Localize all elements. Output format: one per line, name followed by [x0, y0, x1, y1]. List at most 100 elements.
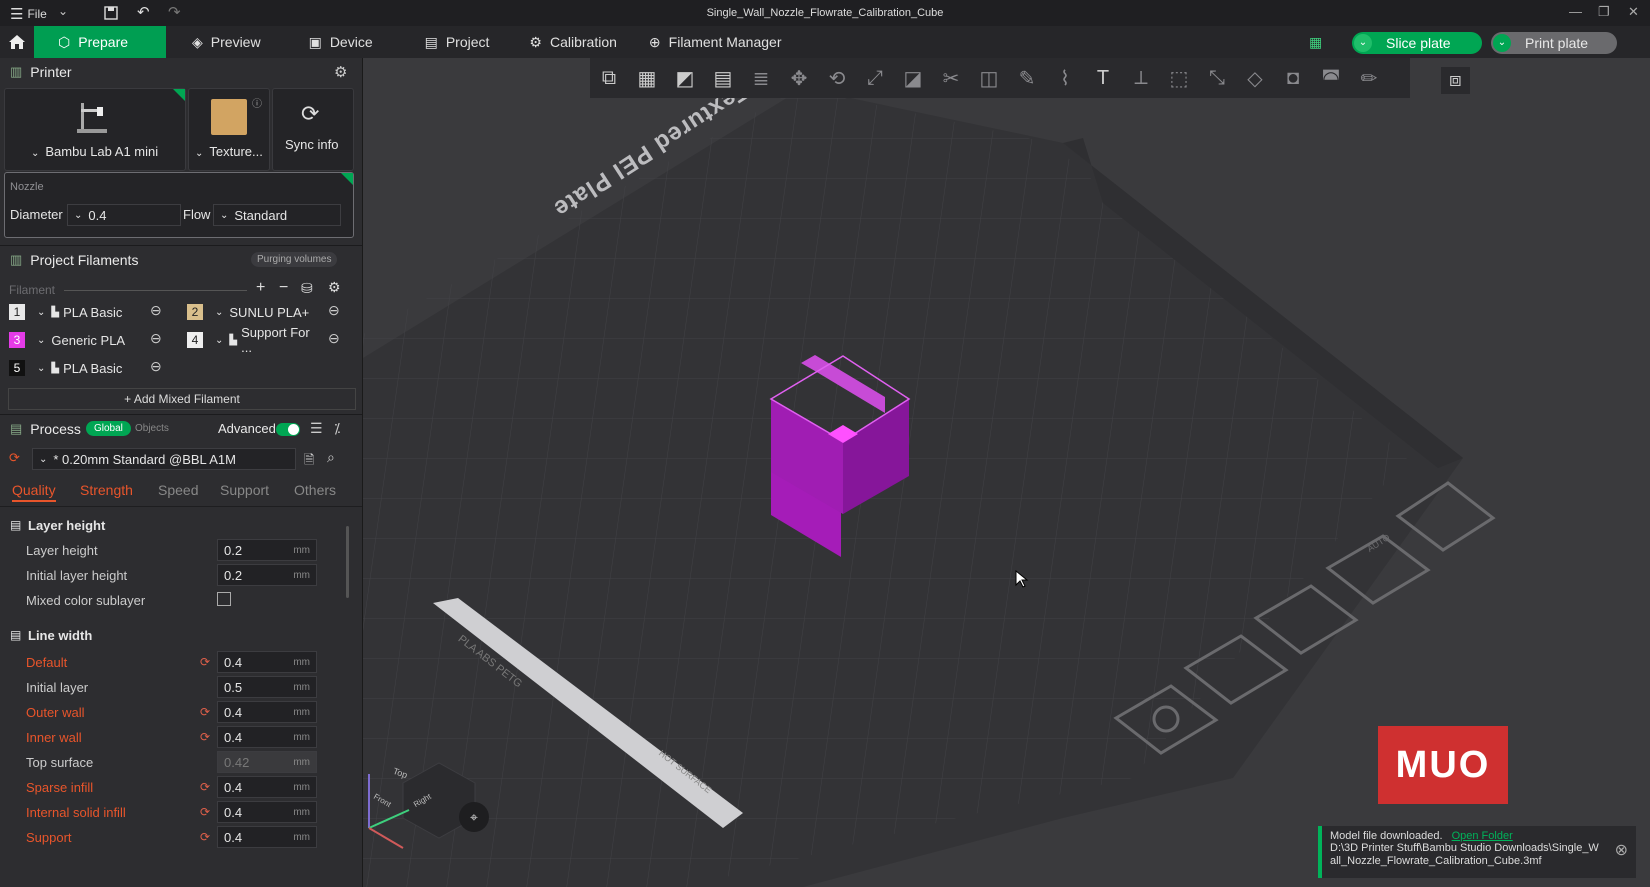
reset-icon[interactable]: ⟳ [200, 705, 210, 719]
outer-wall-line-width-input[interactable]: 0.4 mm [217, 701, 317, 723]
fit-icon[interactable]: ⤡ [1198, 67, 1236, 90]
filament-edit-icon[interactable]: ⊖ [150, 358, 162, 375]
filament-select[interactable]: ⌄ Generic PLA [31, 329, 143, 351]
tab-filament-manager[interactable]: ⊕ Filament Manager [639, 26, 804, 58]
tab-preview[interactable]: ◈ Preview [166, 26, 283, 58]
filament-slot-2[interactable]: 2 ⌄ SUNLU PLA+ ⊖ [187, 301, 340, 323]
measure-icon[interactable]: ⟂ [1122, 67, 1160, 90]
filament-settings-icon[interactable]: ⚙ [328, 279, 341, 296]
global-toggle[interactable]: Global [86, 421, 131, 436]
advanced-switch[interactable] [276, 423, 300, 436]
filament-slot-4[interactable]: 4 ⌄ ▙ Support For ... ⊖ [187, 325, 340, 355]
support-line-width-input[interactable]: 0.4 mm [217, 826, 317, 848]
reset-icon[interactable]: ⟳ [200, 805, 210, 819]
plate-type-name[interactable]: ⌄ Texture... [195, 144, 263, 159]
pen-icon[interactable]: ✏ [1350, 66, 1388, 91]
restore-icon[interactable]: ❐ [1598, 4, 1610, 20]
process-preset-select[interactable]: ⌄ * 0.20mm Standard @BBL A1M [32, 448, 296, 470]
tab-strength[interactable]: Strength [80, 482, 133, 498]
layout-icon[interactable]: ▦ [1309, 34, 1322, 51]
boolean-icon[interactable]: ◫ [970, 66, 1008, 91]
info-icon[interactable]: ⓘ [252, 95, 262, 110]
filament-slot-1[interactable]: 1 ⌄ ▙ PLA Basic ⊖ [9, 301, 162, 323]
objects-toggle[interactable]: Objects [131, 421, 173, 436]
filament-select[interactable]: ⌄ ▙ PLA Basic [31, 357, 143, 379]
chevron-down-icon[interactable]: ⌄ [1493, 34, 1511, 52]
variable-layer-icon[interactable]: ◇ [1236, 66, 1274, 91]
filament-select[interactable]: ⌄ ▙ PLA Basic [31, 301, 143, 323]
filament-edit-icon[interactable]: ⊖ [150, 330, 162, 347]
arrange-all-icon[interactable]: ▤ [704, 66, 742, 91]
close-toast-icon[interactable]: ⊗ [1615, 840, 1628, 860]
close-icon[interactable]: ✕ [1628, 4, 1639, 20]
compare-icon[interactable]: ⁒ [334, 420, 340, 437]
add-plate-icon[interactable]: ▦ [628, 66, 666, 91]
nozzle-flow-select[interactable]: ⌄ Standard [213, 204, 341, 226]
tab-support[interactable]: Support [220, 482, 269, 498]
tab-speed[interactable]: Speed [158, 482, 198, 498]
sync-info-button[interactable]: ⟳ Sync info [272, 88, 354, 171]
add-filament-icon[interactable]: + [256, 279, 265, 297]
tab-project[interactable]: ▤ Project [395, 26, 512, 58]
shell-icon[interactable]: ◘ [1274, 67, 1312, 90]
tab-device[interactable]: ▣ Device [283, 26, 395, 58]
nozzle-diameter-select[interactable]: ⌄ 0.4 [67, 204, 181, 226]
preset-reset-icon[interactable]: ⟳ [9, 450, 20, 466]
default-line-width-input[interactable]: 0.4 mm [217, 651, 317, 673]
support-paint-icon[interactable]: ✎ [1008, 66, 1046, 91]
initial-layer-line-width-input[interactable]: 0.5 mm [217, 676, 317, 698]
screenshot-button[interactable]: ⌖ [459, 802, 489, 832]
assembly-icon[interactable]: ⬚ [1160, 66, 1198, 91]
reset-icon[interactable]: ⟳ [200, 655, 210, 669]
reset-icon[interactable]: ⟳ [200, 830, 210, 844]
open-folder-link[interactable]: Open Folder [1452, 830, 1513, 842]
rotate-icon[interactable]: ⟲ [818, 66, 856, 91]
filament-sync-icon[interactable]: ⛁ [301, 280, 313, 297]
tab-prepare[interactable]: ⬡ Prepare [34, 26, 166, 58]
reset-icon[interactable]: ⟳ [200, 730, 210, 744]
add-mixed-filament-button[interactable]: + Add Mixed Filament [8, 388, 356, 410]
filament-select[interactable]: ⌄ ▙ Support For ... [209, 325, 321, 355]
layer-height-input[interactable]: 0.2 mm [217, 539, 317, 561]
sparse-infill-line-width-input[interactable]: 0.4 mm [217, 776, 317, 798]
filament-edit-icon[interactable]: ⊖ [328, 302, 340, 319]
text-icon[interactable]: T [1084, 67, 1122, 90]
plate-card[interactable]: ⓘ ⌄ Texture... [188, 88, 270, 171]
scale-icon[interactable]: ⤢ [856, 67, 894, 90]
lay-on-face-icon[interactable]: ◪ [894, 66, 932, 91]
filament-slot-3[interactable]: 3 ⌄ Generic PLA ⊖ [9, 329, 162, 351]
orient-icon[interactable]: ◩ [666, 66, 704, 91]
split-icon[interactable]: ≣ [742, 66, 780, 91]
slice-plate-button[interactable]: ⌄ Slice plate [1352, 32, 1482, 54]
search-icon[interactable]: ⌕ [327, 449, 335, 466]
save-preset-icon[interactable]: 🗎 [304, 451, 314, 473]
add-object-icon[interactable]: ⧉ [590, 67, 628, 90]
print-plate-button[interactable]: ⌄ Print plate [1491, 32, 1617, 54]
chevron-down-icon[interactable]: ⌄ [1354, 34, 1372, 52]
mixed-color-checkbox[interactable] [217, 592, 231, 606]
initial-layer-height-input[interactable]: 0.2 mm [217, 564, 317, 586]
filament-slot-5[interactable]: 5 ⌄ ▙ PLA Basic ⊖ [9, 357, 162, 379]
remove-filament-icon[interactable]: − [279, 279, 288, 297]
purging-volumes-button[interactable]: Purging volumes [251, 252, 338, 267]
tab-quality[interactable]: Quality [12, 482, 56, 502]
view-mode-icon[interactable]: ⧈ [1441, 67, 1470, 94]
reset-icon[interactable]: ⟳ [200, 780, 210, 794]
seam-icon[interactable]: ⌇ [1046, 66, 1084, 91]
settings-scrollbar[interactable] [346, 526, 349, 598]
inner-wall-line-width-input[interactable]: 0.4 mm [217, 726, 317, 748]
minimize-icon[interactable]: — [1569, 4, 1582, 19]
filament-edit-icon[interactable]: ⊖ [150, 302, 162, 319]
filament-edit-icon[interactable]: ⊖ [328, 330, 340, 347]
filament-select[interactable]: ⌄ SUNLU PLA+ [209, 301, 321, 323]
printer-card[interactable]: ⌄ Bambu Lab A1 mini [4, 88, 186, 171]
tab-others[interactable]: Others [294, 482, 336, 498]
tab-calibration[interactable]: ⚙ Calibration [511, 26, 639, 58]
3d-viewport[interactable]: Bambu Textured PEI Plate PLA ABS PETG HO… [363, 58, 1650, 887]
move-icon[interactable]: ✥ [780, 66, 818, 91]
gear-icon[interactable]: ⚙ [334, 63, 347, 81]
cut-icon[interactable]: ✂ [932, 66, 970, 91]
list-icon[interactable]: ☰ [310, 420, 323, 437]
mesh-icon[interactable]: ◚ [1312, 66, 1350, 91]
internal-solid-infill-line-width-input[interactable]: 0.4 mm [217, 801, 317, 823]
